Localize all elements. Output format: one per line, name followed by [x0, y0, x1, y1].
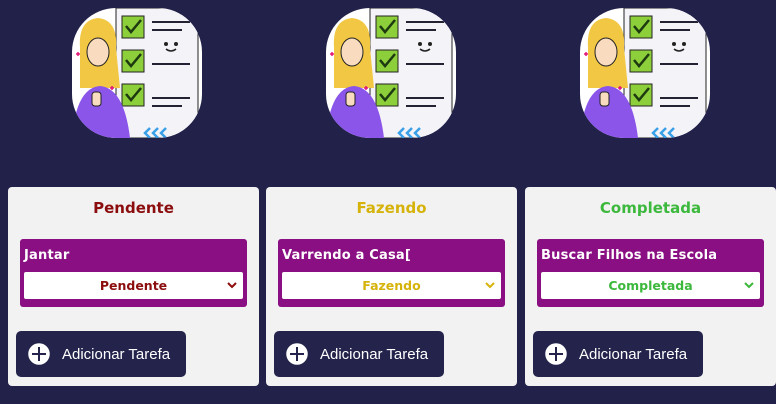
chevron-down-icon: [744, 282, 754, 289]
plus-circle-icon: [26, 341, 52, 367]
task-name: Varrendo a Casa[: [282, 248, 412, 263]
status-select[interactable]: Completada: [541, 272, 760, 299]
checklist-illustration: [326, 8, 456, 138]
task-card[interactable]: Varrendo a Casa[ Fazendo: [278, 239, 505, 307]
plus-circle-icon: [284, 341, 310, 367]
add-task-button[interactable]: Adicionar Tarefa: [274, 331, 444, 377]
task-card[interactable]: Jantar Pendente: [20, 239, 247, 307]
column-title: Fazendo: [356, 199, 427, 217]
plus-circle-icon: [543, 341, 569, 367]
add-task-label: Adicionar Tarefa: [579, 345, 688, 363]
add-task-label: Adicionar Tarefa: [62, 345, 171, 363]
add-task-button[interactable]: Adicionar Tarefa: [16, 331, 186, 377]
column-title: Pendente: [93, 199, 174, 217]
checklist-illustration: [580, 8, 710, 138]
status-select-value: Fazendo: [362, 278, 421, 293]
status-select[interactable]: Fazendo: [282, 272, 501, 299]
chevron-down-icon: [227, 282, 237, 289]
add-task-label: Adicionar Tarefa: [320, 345, 429, 363]
column-pendente: Pendente Jantar Pendente Adicionar Taref…: [8, 187, 259, 386]
status-select[interactable]: Pendente: [24, 272, 243, 299]
add-task-button[interactable]: Adicionar Tarefa: [533, 331, 703, 377]
column-fazendo: Fazendo Varrendo a Casa[ Fazendo Adicion…: [266, 187, 517, 386]
task-name: Jantar: [24, 248, 70, 263]
column-completada: Completada Buscar Filhos na Escola Compl…: [525, 187, 776, 386]
column-title: Completada: [599, 199, 702, 217]
task-name: Buscar Filhos na Escola: [541, 248, 718, 263]
chevron-down-icon: [485, 282, 495, 289]
status-select-value: Pendente: [99, 278, 168, 293]
task-card[interactable]: Buscar Filhos na Escola Completada: [537, 239, 764, 307]
status-select-value: Completada: [608, 278, 693, 293]
checklist-illustration: [72, 8, 202, 138]
